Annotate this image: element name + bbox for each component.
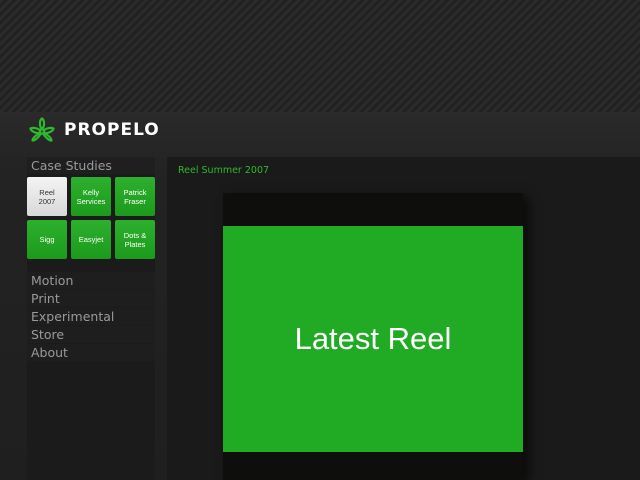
- main-content: Reel Summer 2007 Latest Reel: [167, 157, 640, 480]
- tile-easyjet[interactable]: Easyjet: [71, 220, 111, 259]
- video-frame[interactable]: Latest Reel: [223, 226, 523, 452]
- breadcrumb: Reel Summer 2007: [178, 165, 270, 176]
- sidebar-item-store[interactable]: Store: [27, 326, 155, 343]
- tile-sigg[interactable]: Sigg: [27, 220, 67, 259]
- tile-reel-2007[interactable]: Reel 2007: [27, 177, 67, 216]
- tile-label-line2: Services: [76, 196, 106, 206]
- tile-label-line1: Patrick: [123, 187, 147, 197]
- sidebar-item-about[interactable]: About: [27, 344, 155, 361]
- video-title: Latest Reel: [294, 321, 452, 356]
- tile-label-line1: Sigg: [39, 235, 55, 244]
- tile-kelly-services[interactable]: Kelly Services: [71, 177, 111, 216]
- tile-label-line1: Kelly: [82, 187, 100, 197]
- video-player[interactable]: Latest Reel: [223, 193, 523, 480]
- sidebar-item-case-studies[interactable]: Case Studies: [27, 157, 155, 174]
- tile-label-line2: Fraser: [124, 196, 146, 206]
- sidebar-item-motion[interactable]: Motion: [27, 272, 155, 289]
- tile-label-line1: Reel: [39, 187, 55, 197]
- tile-label-line1: Easyjet: [78, 235, 104, 244]
- sidebar-item-print[interactable]: Print: [27, 290, 155, 307]
- tile-label-line2: 2007: [38, 196, 56, 206]
- player-top-bar: [223, 193, 523, 226]
- tile-dots-plates[interactable]: Dots & Plates: [115, 220, 155, 259]
- brand-logo[interactable]: PROPELO: [28, 116, 160, 144]
- sidebar-nav: Case Studies Reel 2007 Kelly Services Patr…: [27, 157, 155, 480]
- brand-name: PROPELO: [64, 120, 160, 140]
- propeller-icon: [29, 117, 55, 142]
- player-controls-bar[interactable]: [223, 452, 523, 480]
- tile-patrick-fraser[interactable]: Patrick Fraser: [115, 177, 155, 216]
- tile-label-line2: Plates: [124, 239, 146, 249]
- tile-label-line1: Dots &: [123, 230, 147, 240]
- sidebar-item-experimental[interactable]: Experimental: [27, 308, 155, 325]
- decorative-header-band: [0, 0, 640, 112]
- case-study-tiles: Reel 2007 Kelly Services Patrick Fraser Sig…: [27, 177, 155, 267]
